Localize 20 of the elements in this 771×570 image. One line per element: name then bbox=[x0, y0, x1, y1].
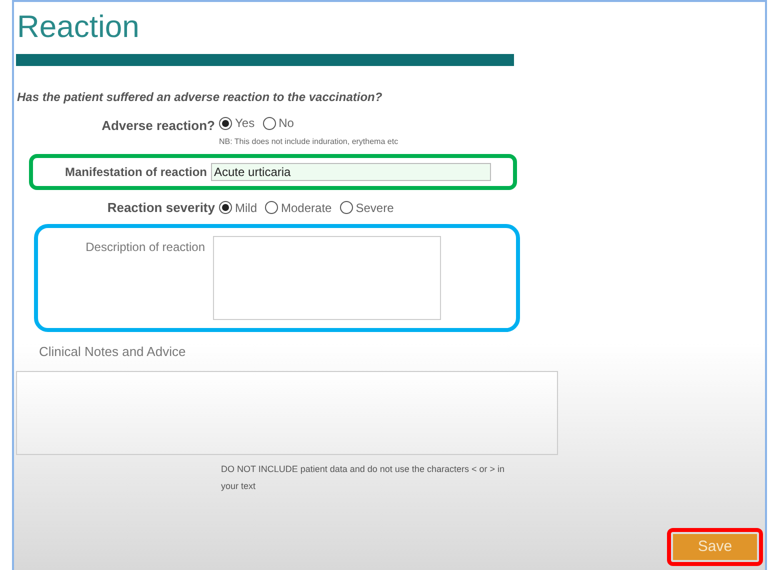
radio-button[interactable] bbox=[219, 201, 232, 214]
hint-text: DO NOT INCLUDE patient data and do not use the characters < or > in your text bbox=[221, 463, 506, 493]
field-label: Description of reaction bbox=[84, 238, 206, 256]
radio-label: Moderate bbox=[281, 200, 332, 217]
radio-button[interactable] bbox=[262, 116, 276, 130]
input-field[interactable]: Acute urticaria bbox=[211, 163, 491, 181]
note-text: NB: This does not include induration, erythema etc bbox=[219, 136, 398, 148]
radio-label: Yes bbox=[235, 115, 255, 132]
radio-button[interactable] bbox=[265, 201, 278, 214]
question-text: Has the patient suffered an adverse reaction to the vaccination? bbox=[17, 89, 384, 106]
radio-label: Severe bbox=[356, 200, 394, 217]
field-label: Clinical Notes and Advice bbox=[39, 342, 187, 360]
radio-button[interactable] bbox=[340, 201, 353, 214]
field-label: Manifestation of reaction bbox=[64, 164, 208, 181]
radio-label: Mild bbox=[235, 200, 258, 217]
field-label: Adverse reaction? bbox=[100, 117, 216, 135]
radio-label: No bbox=[278, 115, 294, 132]
field-label: Reaction severity bbox=[106, 199, 216, 217]
radio-button[interactable] bbox=[219, 116, 232, 130]
section-title: Reaction bbox=[17, 8, 140, 46]
